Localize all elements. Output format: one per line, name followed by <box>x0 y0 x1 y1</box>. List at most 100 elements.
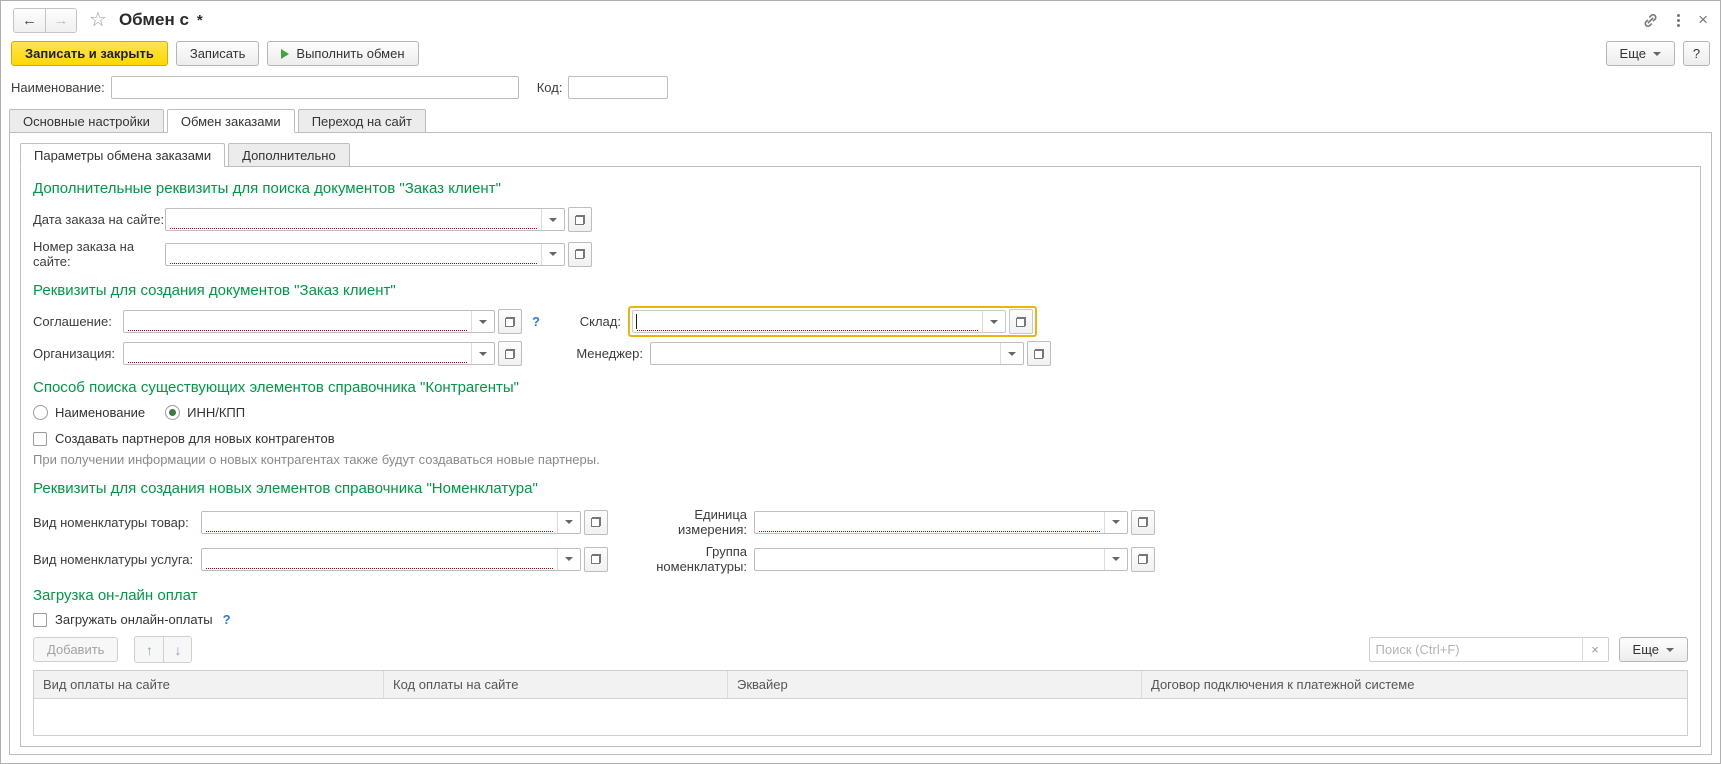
radio-by-name-label[interactable]: Наименование <box>55 405 145 420</box>
order-date-open-button[interactable] <box>568 207 592 232</box>
save-and-close-button[interactable]: Записать и закрыть <box>11 41 168 66</box>
page-title: Обмен с <box>119 10 189 30</box>
nomenclature-group-dropdown-icon[interactable] <box>1104 549 1127 570</box>
organization-dropdown-icon[interactable] <box>471 343 494 364</box>
move-up-button[interactable]: ↑ <box>135 637 163 662</box>
goods-type-dropdown-icon[interactable] <box>557 512 580 533</box>
execute-exchange-button[interactable]: Выполнить обмен <box>267 41 418 66</box>
nomenclature-group-field <box>754 548 1128 571</box>
more-menu-icon[interactable] <box>1677 19 1680 22</box>
service-type-open-button[interactable] <box>584 547 608 572</box>
code-input[interactable] <box>568 76 668 99</box>
get-link-icon[interactable] <box>1642 12 1659 29</box>
subtab-exchange-parameters[interactable]: Параметры обмена заказами <box>20 143 225 167</box>
section-title-nomenclature-attributes: Реквизиты для создания новых элементов с… <box>33 480 1688 497</box>
order-number-open-button[interactable] <box>568 242 592 267</box>
radio-by-name[interactable] <box>33 405 48 420</box>
payments-search-input[interactable] <box>1370 641 1582 658</box>
move-down-button[interactable]: ↓ <box>163 637 191 662</box>
create-partners-label[interactable]: Создавать партнеров для новых контрагент… <box>55 431 335 446</box>
favorite-star-icon[interactable]: ☆ <box>89 10 107 30</box>
load-online-payments-label[interactable]: Загружать онлайн-оплаты <box>55 612 213 627</box>
forward-button[interactable]: → <box>45 9 76 32</box>
main-tabs: Основные настройки Обмен заказами Перехо… <box>1 109 1720 133</box>
help-button[interactable]: ? <box>1683 41 1710 66</box>
order-number-dropdown-icon[interactable] <box>541 244 564 265</box>
manager-input[interactable] <box>651 345 1000 362</box>
order-number-field <box>165 243 565 266</box>
arrow-down-icon: ↓ <box>174 642 181 658</box>
save-button[interactable]: Записать <box>176 41 260 66</box>
warehouse-label: Склад: <box>554 314 628 329</box>
close-icon[interactable]: × <box>1698 10 1708 30</box>
tab-order-exchange[interactable]: Обмен заказами <box>167 109 295 133</box>
tab-main-settings[interactable]: Основные настройки <box>9 109 164 133</box>
nomenclature-group-open-button[interactable] <box>1131 547 1155 572</box>
agreement-open-button[interactable] <box>498 309 522 334</box>
organization-input[interactable] <box>124 345 471 362</box>
unit-dropdown-icon[interactable] <box>1104 512 1127 533</box>
column-acquirer[interactable]: Эквайер <box>728 671 1142 698</box>
open-icon <box>1034 349 1044 359</box>
manager-dropdown-icon[interactable] <box>1000 343 1023 364</box>
subtab-additional[interactable]: Дополнительно <box>228 143 350 167</box>
more-button[interactable]: Еще <box>1606 41 1675 66</box>
play-icon <box>281 49 289 59</box>
online-payments-help-icon[interactable]: ? <box>223 612 231 627</box>
order-number-input[interactable] <box>166 246 541 263</box>
order-date-input[interactable] <box>166 211 541 228</box>
back-button[interactable]: ← <box>14 9 45 32</box>
service-type-dropdown-icon[interactable] <box>557 549 580 570</box>
forward-icon: → <box>54 12 69 29</box>
nomenclature-group-input[interactable] <box>755 551 1104 568</box>
open-icon <box>575 215 585 225</box>
service-type-label: Вид номенклатуры услуга: <box>33 552 201 567</box>
exchange-parameters-panel: Дополнительные реквизиты для поиска доку… <box>20 166 1701 747</box>
warehouse-focused-field-wrap <box>628 306 1037 337</box>
tab-go-to-site[interactable]: Переход на сайт <box>298 109 426 133</box>
manager-label: Менеджер: <box>562 346 650 361</box>
order-date-row: Дата заказа на сайте: <box>33 207 1688 232</box>
clear-search-icon[interactable]: × <box>1582 638 1608 661</box>
payments-table: Вид оплаты на сайте Код оплаты на сайте … <box>33 670 1688 736</box>
sub-tabs: Параметры обмена заказами Дополнительно <box>20 143 1701 167</box>
create-partners-checkbox[interactable] <box>33 432 47 446</box>
column-payment-system-contract[interactable]: Договор подключения к платежной системе <box>1142 671 1687 698</box>
warehouse-dropdown-icon[interactable] <box>982 311 1005 332</box>
service-type-input[interactable] <box>202 551 557 568</box>
warehouse-open-button[interactable] <box>1009 309 1033 334</box>
open-icon <box>575 249 585 259</box>
text-cursor <box>636 314 637 329</box>
add-payment-button[interactable]: Добавить <box>33 637 118 662</box>
column-payment-code[interactable]: Код оплаты на сайте <box>384 671 728 698</box>
more-button-label: Еще <box>1620 46 1646 61</box>
chevron-down-icon <box>1653 52 1661 60</box>
agreement-input[interactable] <box>124 313 471 330</box>
agreement-help-icon[interactable]: ? <box>532 314 540 329</box>
unit-open-button[interactable] <box>1131 510 1155 535</box>
manager-open-button[interactable] <box>1027 341 1051 366</box>
order-date-dropdown-icon[interactable] <box>541 209 564 230</box>
radio-by-inn-kpp-label[interactable]: ИНН/КПП <box>187 405 245 420</box>
open-icon <box>505 349 515 359</box>
goods-type-input[interactable] <box>202 514 557 531</box>
radio-by-inn-kpp[interactable] <box>165 405 180 420</box>
service-type-field <box>201 548 581 571</box>
unit-input[interactable] <box>755 514 1104 531</box>
agreement-label: Соглашение: <box>33 314 123 329</box>
name-input[interactable] <box>111 76 519 99</box>
open-icon <box>505 317 515 327</box>
order-number-label: Номер заказа на сайте: <box>33 239 165 269</box>
agreement-dropdown-icon[interactable] <box>471 311 494 332</box>
back-icon: ← <box>22 12 37 29</box>
load-online-payments-checkbox[interactable] <box>33 613 47 627</box>
goods-type-open-button[interactable] <box>584 510 608 535</box>
column-payment-type[interactable]: Вид оплаты на сайте <box>34 671 384 698</box>
section-title-counterparty-search: Способ поиска существующих элементов спр… <box>33 379 1688 396</box>
warehouse-input[interactable] <box>633 313 982 330</box>
command-bar: Записать и закрыть Записать Выполнить об… <box>1 39 1720 74</box>
unsaved-marker: * <box>197 12 203 29</box>
payments-more-button[interactable]: Еще <box>1619 637 1688 662</box>
organization-open-button[interactable] <box>498 341 522 366</box>
nav-history-group: ← → <box>13 8 77 33</box>
